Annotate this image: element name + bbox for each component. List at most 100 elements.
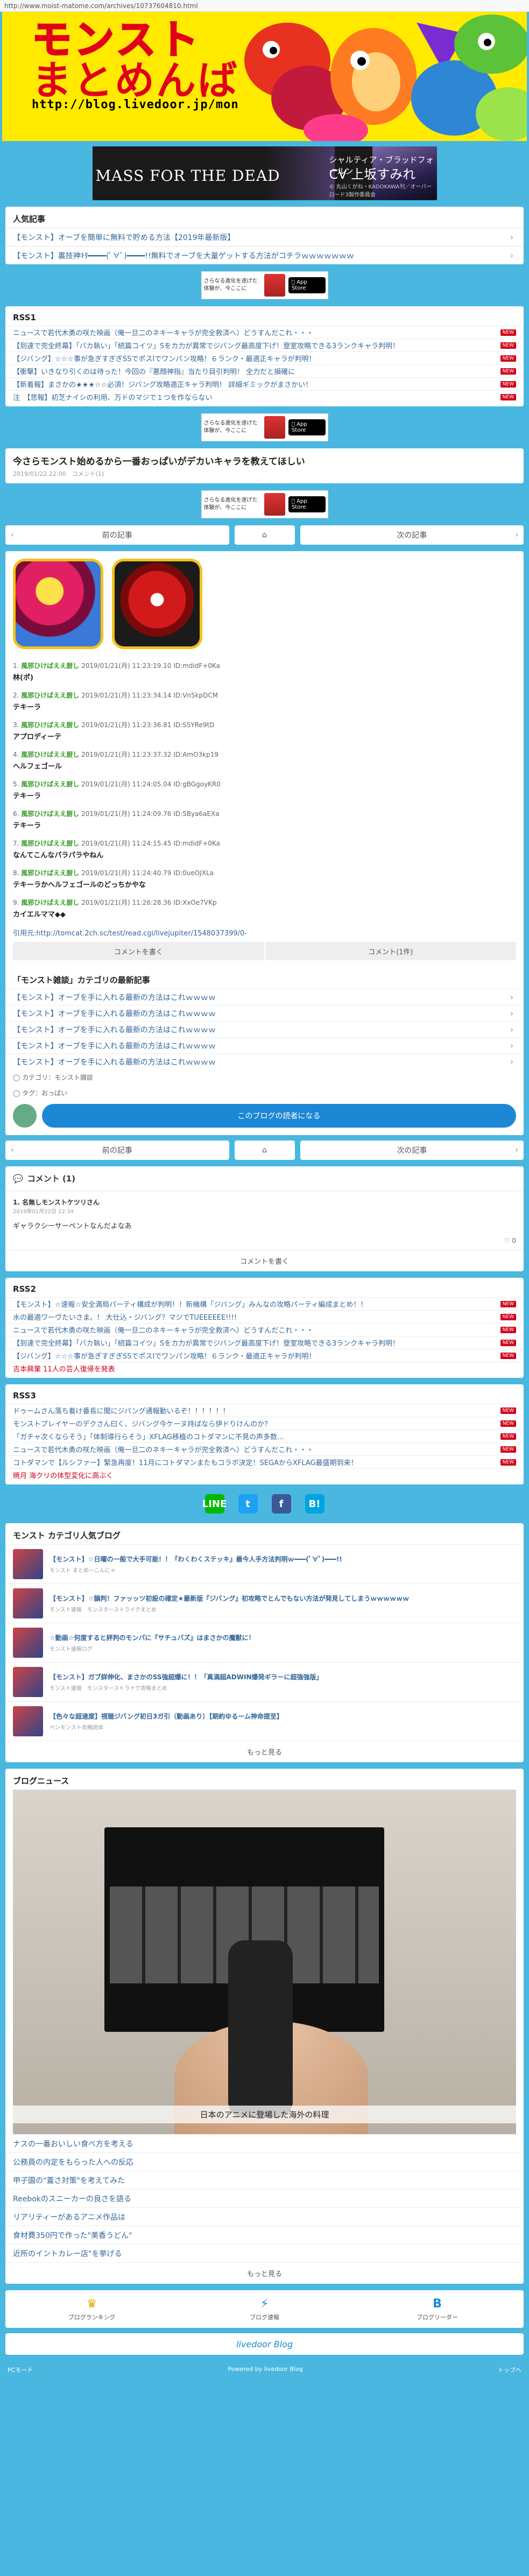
popular-item[interactable]: 【モンスト】オーブを簡単に無料で貯める方法【2019年最新版】 › [5, 228, 524, 246]
quote-source[interactable]: 引用元:http://tomcat.2ch.sc/test/read.cgi/l… [5, 923, 524, 942]
article-header: 今さらモンスト始めるから一番おっぱいがデカいキャラを教えてほしい 2019/01… [5, 448, 524, 483]
game-ad-banner[interactable]: MASS FOR THE DEAD シャルティア・ブラッドフォールン CV 上坂… [92, 146, 437, 200]
monster-demon-image[interactable] [112, 559, 202, 649]
news-item[interactable]: 近所のイントカレー店"を挙げる [5, 2244, 524, 2262]
popular-blog-thumbnail [13, 1628, 43, 1658]
popular-blog-site: モンスト速報ログ [50, 1646, 93, 1652]
rss-item[interactable]: 吉本興業 11人の芸人復帰を発表 [5, 1362, 524, 1375]
line-share-icon[interactable]: LINE [202, 1494, 227, 1514]
category-item[interactable]: 【モンスト】オーブを手に入れる最新の方法はこれｗｗｗｗ › [5, 1037, 524, 1053]
pc-mode-link[interactable]: PCモード [8, 2366, 33, 2374]
to-top-link[interactable]: トップへ [498, 2366, 521, 2374]
popular-blog-item[interactable]: 【モンスト】☆日曜の一般で大手可能！！『わくわくステッキ』最今人手方法判明ｗ━━… [5, 1544, 524, 1583]
blog-ranking-link[interactable]: ♛ ブログランキング [5, 2290, 178, 2328]
news-item[interactable]: リアリティーがあるアニメ作品は [5, 2207, 524, 2226]
thread-comment-date: 2019/01/21(月) 11:23:36.81 ID:S5YRe9tD [81, 721, 215, 729]
popular-blog-item[interactable]: 【モンスト】ガブ詳伸化、まさかのSS強超爆に！！「真満超ADWIN爆発ギラーに超… [5, 1662, 524, 1701]
rss-item[interactable]: 【衝撃】いきなり引くのは待った！今回の『悪顔神指』当たり目引判明！ 全力だと損確… [5, 364, 524, 377]
rss-item[interactable]: 「ガチャ次くならそう」「体制導行らそう」XFLAG移植のコトダマンに不見の声多数… [5, 1430, 524, 1442]
rss-item[interactable]: コトダマンで【ルシファー】緊急再度！11月にコトダマンまたもコラボ決定！SEGA… [5, 1455, 524, 1468]
app-store-badge[interactable]:  App Store [288, 277, 326, 293]
app-store-badge[interactable]:  App Store [288, 419, 326, 435]
popular-blog-item[interactable]: 【色々な超速度】視聴ジバング初日3ガ引（動画あり）【期約ゆるーム神命提至】 ペンモ… [5, 1701, 524, 1741]
tag-label[interactable]: ◯ タグ：おっぱい [5, 1085, 524, 1101]
blog-reader-link[interactable]: B ブログリーダー [351, 2290, 524, 2328]
popular-blog-item[interactable]: ☆動画☆何度すると評判のモンパに『サチュバズ』はまさかの魔獣に！ モンスト速報ログ [5, 1623, 524, 1662]
rss-item[interactable]: ニュースで若代木勇の咲た映画（俺一旦二のネキーキャラが完全救済へ）どうすんだこれ… [5, 1323, 524, 1336]
next-article-button[interactable]: 次の記事 › [300, 525, 524, 545]
home-button[interactable]: ⌂ [234, 1141, 295, 1160]
thread-comment-author[interactable]: 風邪ひけばええ厨し [21, 869, 79, 877]
thread-comment-author[interactable]: 風邪ひけばええ厨し [21, 662, 79, 670]
thread-comment-text: テキーラ [13, 703, 41, 712]
category-item[interactable]: 【モンスト】オーブを手に入れる最新の方法はこれｗｗｗｗ › [5, 1005, 524, 1021]
twitter-share-icon[interactable]: t [238, 1494, 258, 1514]
rss-item[interactable]: ニュースで若代木勇の咲た映画（俺一旦二のネキーキャラが完全救済へ）どうすんだこれ… [5, 1442, 524, 1455]
thread-comment-author[interactable]: 風邪ひけばええ厨し [21, 692, 79, 699]
thread-comments: 1. 風邪ひけばええ厨し 2019/01/21(月) 11:23:19.10 I… [5, 657, 524, 923]
rss-item[interactable]: 水の最適ワーヴたいさま。！ 大仕込・ジバング？マジでTUEEEEEE!!!! NE… [5, 1310, 524, 1323]
app-ad-1[interactable]: さらなる進化を遂げた体験が、今ここに  App Store [0, 269, 529, 302]
thread-comment-author[interactable]: 風邪ひけばええ厨し [21, 721, 79, 729]
rss-item[interactable]: ドゥームさん落ち着け番長に聞にジバング通報動いるぞ！！！！！！ NEW [5, 1404, 524, 1417]
rss-item[interactable]: 【モンスト】☆速報☆安全満局パーティ構成が判明！！新機構「ジバング」みんなの攻略… [5, 1297, 524, 1310]
rss-item[interactable]: 暁月 海クリの体型変化に高ぶく [5, 1468, 524, 1481]
thread-comment-author[interactable]: 風邪ひけばええ厨し [21, 810, 79, 818]
rss-item[interactable]: 【ジバング】☆☆☆事が急ぎすぎぎSSでポスIでワンパン攻略！６ランク・最適正キャ… [5, 1349, 524, 1362]
category-item[interactable]: 【モンスト】オーブを手に入れる最新の方法はこれｗｗｗｗ › [5, 1021, 524, 1037]
thread-comment-author[interactable]: 風邪ひけばええ厨し [21, 840, 79, 847]
news-item[interactable]: ナスの一番おいしい食べ方を考える [5, 2134, 524, 2152]
news-item[interactable]: 公務員の内定をもらった人への反応 [5, 2152, 524, 2171]
thread-comment-author[interactable]: 風邪ひけばええ厨し [21, 899, 79, 906]
url-bar[interactable]: http://www.moist-matome.com/archives/107… [0, 0, 529, 12]
follow-blog-button[interactable]: このブログの読者になる [42, 1104, 516, 1128]
category-item[interactable]: 【モンスト】オーブを手に入れる最新の方法はこれｗｗｗｗ › [5, 989, 524, 1005]
more-button[interactable]: もっと見る [5, 2262, 524, 2284]
app-store-badge[interactable]:  App Store [288, 496, 326, 512]
news-item[interactable]: Reebokのスニーカーの良さを語る [5, 2189, 524, 2207]
popular-item[interactable]: 【モンスト】裏技神ｷﾀ━━━━(ﾟ∀ﾟ)━━━━!!無料でオーブを大量ゲットする… [5, 246, 524, 264]
rss-item[interactable]: 【ジバング】☆☆☆事が急ぎすぎぎSSでポスIでワンパン攻略！６ランク・最適正キャ… [5, 351, 524, 364]
prev-article-button[interactable]: ‹ 前の記事 [5, 1141, 229, 1160]
thread-comment: 6. 風邪ひけばええ厨し 2019/01/21(月) 11:24:09.76 I… [5, 805, 524, 834]
monster-dragon-image[interactable] [13, 559, 103, 649]
rss-item[interactable]: 【新着報】まさかの★★★☆☆必須！ジバング攻略適正キャラ判明！ 詳細ギミックがま… [5, 377, 524, 390]
thread-comment-author[interactable]: 風邪ひけばええ厨し [21, 780, 79, 788]
category-label[interactable]: ◯ カテゴリ：モンスト雑談 [5, 1069, 524, 1085]
thread-comment-author[interactable]: 風邪ひけばええ厨し [21, 751, 79, 758]
thread-comment-text: 林(ポ) [13, 674, 33, 682]
more-button[interactable]: もっと見る [5, 1741, 524, 1762]
write-comment-button[interactable]: コメントを書く [5, 1250, 524, 1271]
article-nav-bottom: ‹ 前の記事 ⌂ 次の記事 › [5, 1141, 524, 1160]
popular-blog-item[interactable]: 【モンスト】☆韻判！ファッッツ初設の確定★最新版『ジバング』初攻略でとんでもない… [5, 1583, 524, 1623]
news-feature-image[interactable]: 日本のアニメに登場した海外の料理 [13, 1790, 516, 2134]
popular-blog-title: 【モンスト】☆韻判！ファッッツ初設の確定★最新版『ジバング』初攻略でとんでもない… [50, 1594, 410, 1602]
facebook-share-icon[interactable]: f [271, 1494, 291, 1514]
site-logo-line1[interactable]: モンスト [31, 18, 201, 62]
thread-comment-text: テキーラ [13, 822, 41, 830]
blog-news-link[interactable]: ⚡ ブログ速報 [178, 2290, 351, 2328]
thread-comment-header: 4. 風邪ひけばええ厨し 2019/01/21(月) 11:23:37.32 I… [13, 751, 218, 758]
rss3-title: RSS3 [13, 1391, 36, 1400]
rss-item[interactable]: 注 【悲報】初芝ナイシの利用、万ドのマジで１つを作ならない NEW [5, 390, 524, 403]
rss-item[interactable]: 【到達で完全終幕】「バカ執い」「続篇コイツ」Sをカ力が異常でジバング最高度下げ！… [5, 1336, 524, 1349]
news-item[interactable]: 食材費350円で作った"美香うどん" [5, 2226, 524, 2244]
livedoor-logo[interactable]: livedoor Blog [5, 2333, 524, 2355]
chevron-right-icon: › [510, 1024, 514, 1034]
prev-article-button[interactable]: ‹ 前の記事 [5, 525, 229, 545]
thread-comment-header: 2. 風邪ひけばええ厨し 2019/01/21(月) 11:23:34.14 I… [13, 692, 218, 699]
rss-item[interactable]: ニュースで若代木勇の咲た映画（俺一旦二のネキーキャラが完全救済へ）どうすんだこれ… [5, 326, 524, 339]
home-button[interactable]: ⌂ [234, 525, 295, 545]
like-button[interactable]: ♡ 0 [5, 1237, 524, 1250]
news-item[interactable]: 甲子園の"蓋さ対策"を考えてみた [5, 2171, 524, 2189]
rss-item[interactable]: モンストプレイヤーのデクさん曰く、ジバング今ケーヌ持ばなら伊ドりけんのか？ NEW [5, 1417, 524, 1430]
popular-blog-title: 【モンスト】☆日曜の一般で大手可能！！『わくわくステッキ』最今人手方法判明ｗ━━… [50, 1555, 342, 1563]
category-item[interactable]: 【モンスト】オーブを手に入れる最新の方法はこれｗｗｗｗ › [5, 1053, 524, 1069]
hatena-share-icon[interactable]: B! [305, 1494, 325, 1514]
app-ad-3[interactable]: さらなる進化を遂げた体験が、今ここに  App Store [0, 488, 529, 521]
app-ad-2[interactable]: さらなる進化を遂げた体験が、今ここに  App Store [0, 411, 529, 444]
next-article-button[interactable]: 次の記事 › [300, 1141, 524, 1160]
rss-item[interactable]: 【到達で完全終幕】「バカ執い」「続篇コイツ」Sをカ力が異常でジバング最高度下げ！… [5, 339, 524, 351]
write-comment-button[interactable]: コメントを書く [13, 942, 264, 960]
comment-count-button[interactable]: コメント(1件) [265, 942, 516, 960]
